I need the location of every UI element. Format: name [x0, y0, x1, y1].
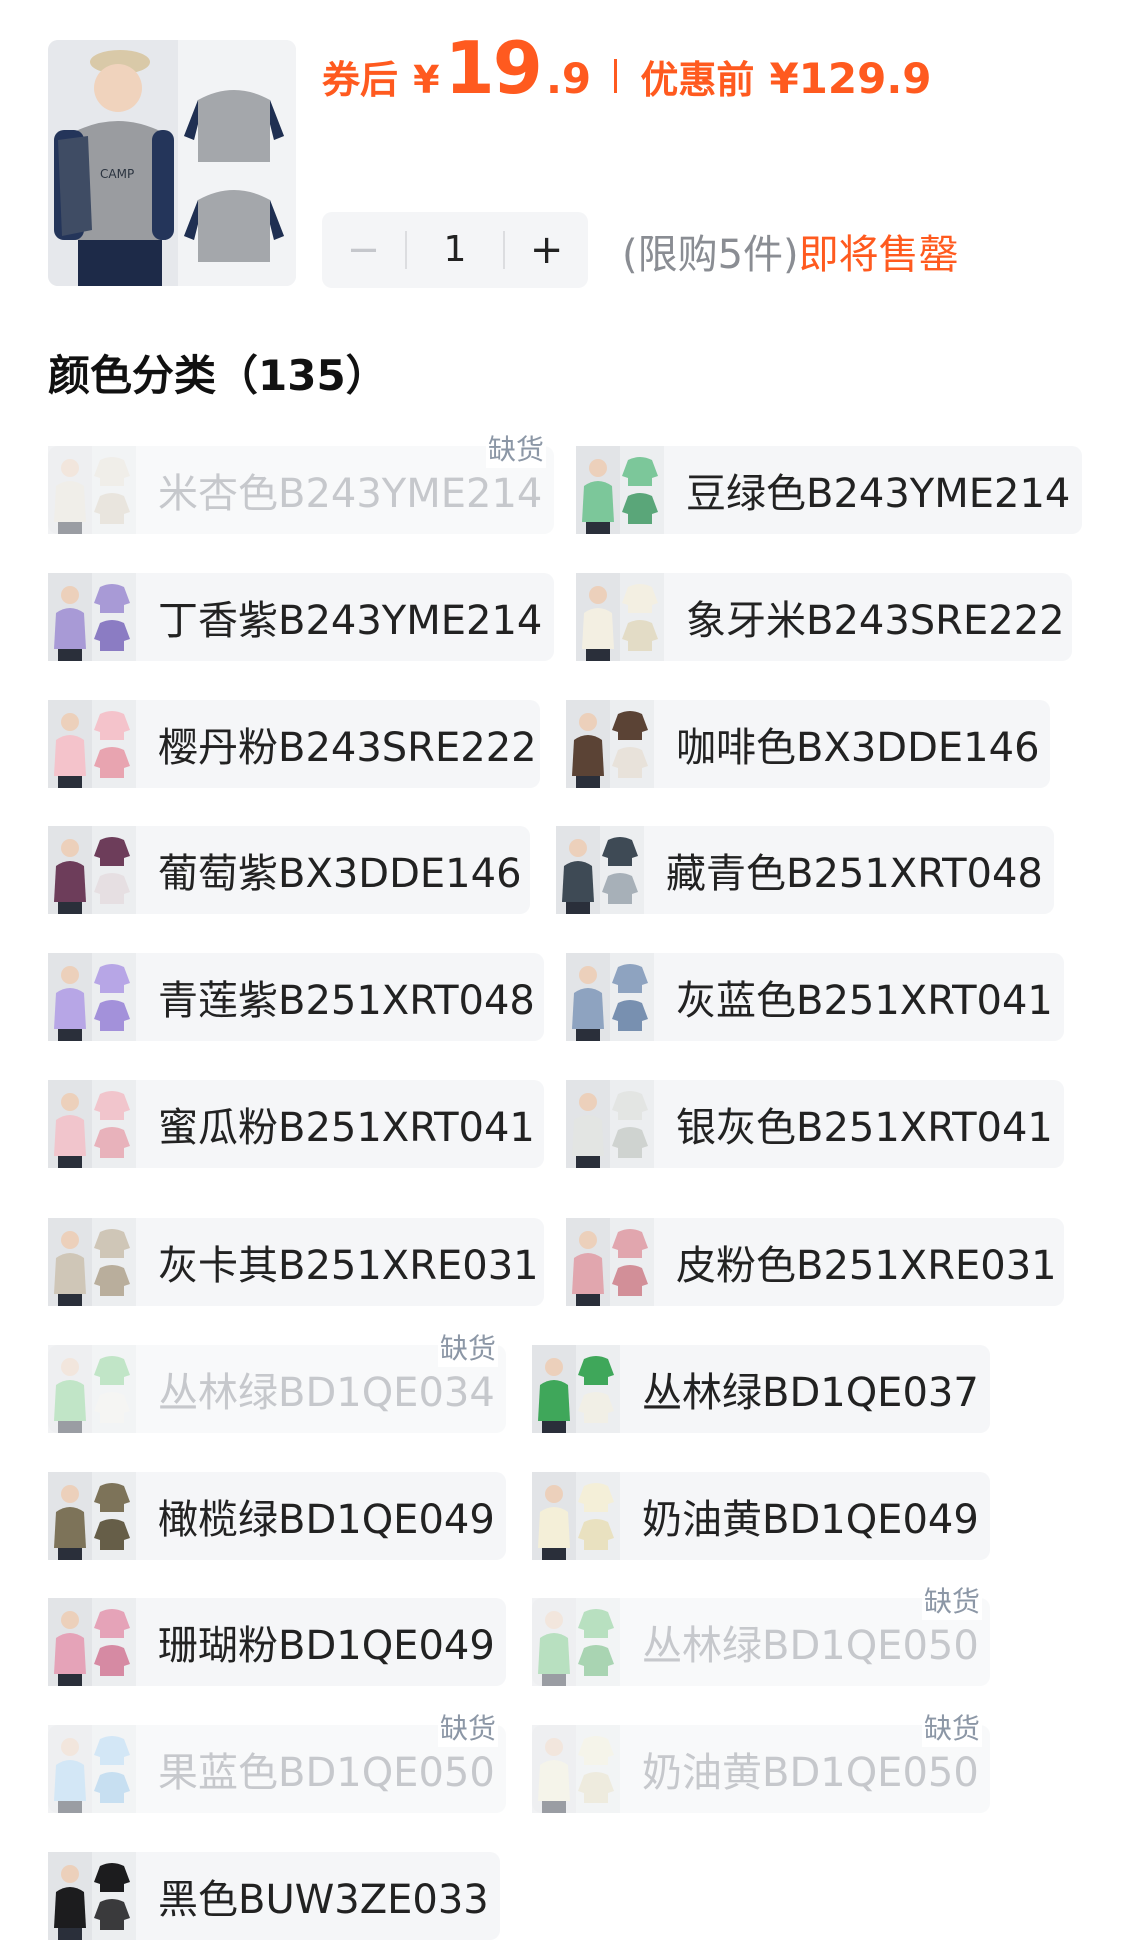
sku-option[interactable]: 丁香紫B243YME214	[48, 573, 554, 661]
sku-name: 丁香紫B243YME214	[158, 598, 543, 644]
sku-thumbnail	[48, 573, 136, 661]
sku-option[interactable]: 奶油黄BD1QE050 缺货	[532, 1707, 990, 1813]
sku-option[interactable]: 米杏色B243YME214 缺货	[48, 428, 554, 534]
currency-symbol: ¥	[413, 58, 440, 102]
original-price: ¥129.9	[769, 54, 932, 103]
price-divider	[614, 59, 618, 93]
before-discount-label: 优惠前	[640, 58, 755, 102]
sku-name: 灰蓝色B251XRT041	[676, 978, 1053, 1024]
sku-thumbnail	[48, 700, 136, 788]
sku-name: 珊瑚粉BD1QE049	[158, 1623, 495, 1669]
product-header: CAMP 券后 ¥ 19 .9 优惠前 ¥129.9 − 1 + (限购5件)即…	[0, 0, 1136, 300]
sku-option[interactable]: 咖啡色BX3DDE146	[566, 700, 1050, 788]
sku-name: 丛林绿BD1QE050	[642, 1623, 979, 1669]
product-thumbnail[interactable]: CAMP	[48, 40, 296, 286]
sku-thumbnail	[48, 1852, 136, 1940]
sku-thumbnail	[532, 1472, 620, 1560]
decrease-button[interactable]: −	[322, 227, 405, 273]
sku-option[interactable]: 奶油黄BD1QE049	[532, 1472, 990, 1560]
sku-name: 黑色BUW3ZE033	[158, 1877, 489, 1923]
after-coupon-label: 券后	[322, 58, 399, 102]
out-of-stock-badge: 缺货	[921, 1707, 982, 1747]
sku-thumbnail	[48, 1725, 136, 1813]
out-of-stock-badge: 缺货	[437, 1327, 498, 1367]
limit-text: (限购5件)	[622, 232, 799, 278]
sku-option[interactable]: 藏青色B251XRT048	[556, 826, 1054, 914]
stock-status: 即将售罄	[798, 232, 959, 278]
sku-name: 果蓝色BD1QE050	[158, 1750, 495, 1796]
sku-option[interactable]: 蜜瓜粉B251XRT041	[48, 1080, 544, 1168]
sku-option[interactable]: 樱丹粉B243SRE222	[48, 700, 540, 788]
sku-name: 青莲紫B251XRT048	[158, 978, 535, 1024]
sku-name: 米杏色B243YME214	[158, 471, 543, 517]
sku-thumbnail	[566, 953, 654, 1041]
increase-button[interactable]: +	[505, 227, 588, 273]
svg-text:CAMP: CAMP	[100, 167, 134, 181]
sku-option[interactable]: 银灰色B251XRT041	[566, 1080, 1064, 1168]
sku-thumbnail	[48, 1218, 136, 1306]
sku-name: 皮粉色B251XRE031	[676, 1243, 1057, 1289]
out-of-stock-badge: 缺货	[921, 1580, 982, 1620]
sku-thumbnail	[48, 1345, 136, 1433]
sku-option[interactable]: 青莲紫B251XRT048	[48, 953, 544, 1041]
out-of-stock-badge: 缺货	[437, 1707, 498, 1747]
sku-thumbnail	[566, 1218, 654, 1306]
sku-name: 奶油黄BD1QE049	[642, 1497, 979, 1543]
sku-option[interactable]: 丛林绿BD1QE050 缺货	[532, 1580, 990, 1686]
sku-thumbnail	[576, 446, 664, 534]
sku-name: 蜜瓜粉B251XRT041	[158, 1105, 535, 1151]
sku-option[interactable]: 皮粉色B251XRE031	[566, 1218, 1064, 1306]
sku-name: 丛林绿BD1QE037	[642, 1370, 979, 1416]
out-of-stock-badge: 缺货	[485, 428, 546, 468]
sku-option[interactable]: 果蓝色BD1QE050 缺货	[48, 1707, 506, 1813]
quantity-value[interactable]: 1	[404, 231, 506, 269]
sku-option[interactable]: 丛林绿BD1QE034 缺货	[48, 1327, 506, 1433]
sku-name: 灰卡其B251XRE031	[158, 1243, 539, 1289]
sku-thumbnail	[566, 700, 654, 788]
sku-name: 豆绿色B243YME214	[686, 471, 1071, 517]
sku-option[interactable]: 珊瑚粉BD1QE049	[48, 1598, 506, 1686]
sku-option[interactable]: 豆绿色B243YME214	[576, 446, 1082, 534]
sku-name: 藏青色B251XRT048	[666, 851, 1043, 897]
sku-option[interactable]: 黑色BUW3ZE033	[48, 1852, 500, 1940]
quantity-stepper: − 1 +	[322, 212, 588, 288]
sku-thumbnail	[48, 826, 136, 914]
sku-name: 樱丹粉B243SRE222	[158, 725, 537, 771]
sku-thumbnail	[48, 1472, 136, 1560]
sku-name: 象牙米B243SRE222	[686, 598, 1065, 644]
sku-thumbnail	[532, 1598, 620, 1686]
sku-thumbnail	[532, 1345, 620, 1433]
sku-thumbnail	[48, 446, 136, 534]
price-decimal: .9	[545, 54, 592, 103]
sku-name: 银灰色B251XRT041	[676, 1105, 1053, 1151]
sku-name: 奶油黄BD1QE050	[642, 1750, 979, 1796]
sku-option[interactable]: 葡萄紫BX3DDE146	[48, 826, 530, 914]
sku-option[interactable]: 橄榄绿BD1QE049	[48, 1472, 506, 1560]
sku-name: 咖啡色BX3DDE146	[676, 725, 1040, 771]
price-integer: 19	[444, 26, 543, 110]
sku-option[interactable]: 灰卡其B251XRE031	[48, 1218, 544, 1306]
section-title: 颜色分类（135）	[48, 351, 388, 400]
sku-thumbnail	[576, 573, 664, 661]
purchase-limit: (限购5件)即将售罄	[622, 222, 959, 280]
sku-name: 葡萄紫BX3DDE146	[158, 851, 522, 897]
sku-thumbnail	[556, 826, 644, 914]
sku-thumbnail	[566, 1080, 654, 1168]
sku-name: 橄榄绿BD1QE049	[158, 1497, 495, 1543]
sku-name: 丛林绿BD1QE034	[158, 1370, 495, 1416]
sku-thumbnail	[532, 1725, 620, 1813]
sku-option[interactable]: 象牙米B243SRE222	[576, 573, 1072, 661]
sku-thumbnail	[48, 1598, 136, 1686]
price-line: 券后 ¥ 19 .9 优惠前 ¥129.9	[322, 26, 932, 110]
sku-thumbnail	[48, 1080, 136, 1168]
sku-option[interactable]: 灰蓝色B251XRT041	[566, 953, 1064, 1041]
sku-option[interactable]: 丛林绿BD1QE037	[532, 1345, 990, 1433]
sku-thumbnail	[48, 953, 136, 1041]
